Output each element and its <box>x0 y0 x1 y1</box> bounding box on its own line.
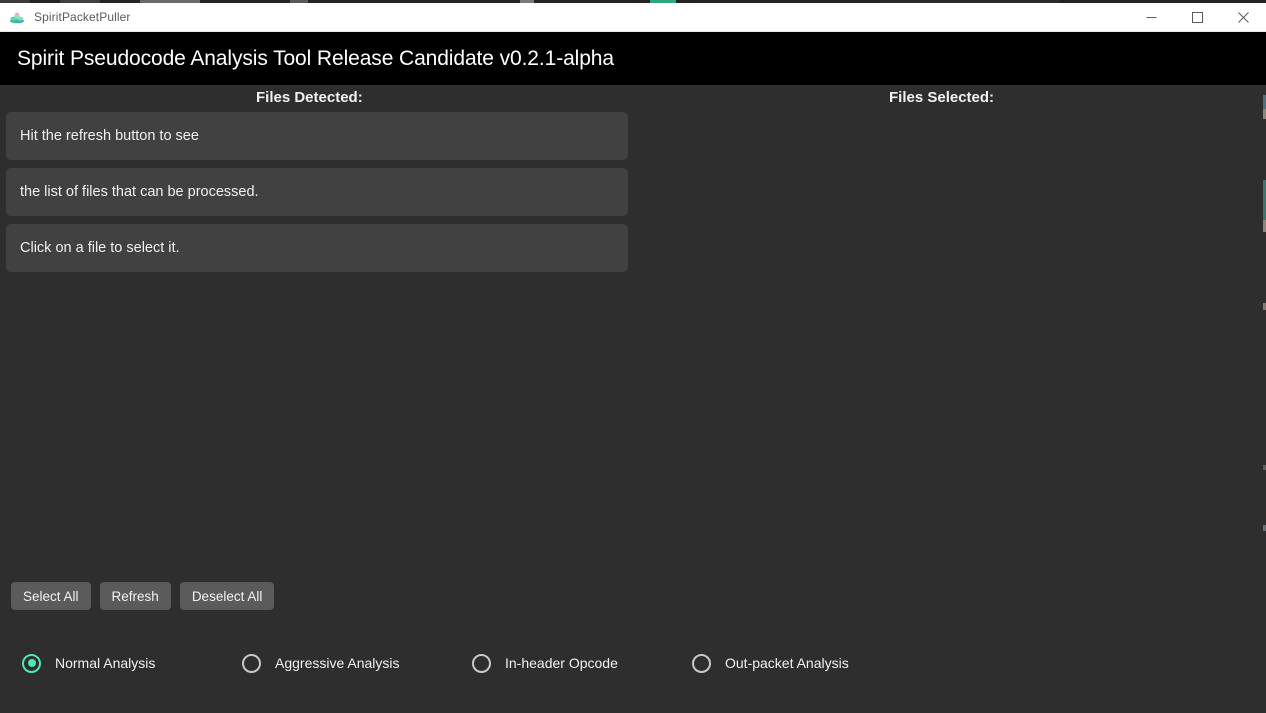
files-detected-list[interactable]: Hit the refresh button to see the list of… <box>6 112 628 280</box>
maximize-icon[interactable] <box>1174 3 1220 32</box>
radio-option-normal-analysis[interactable]: Normal Analysis <box>22 648 155 678</box>
main-content: Files Detected: Files Selected: Hit the … <box>0 85 1266 713</box>
refresh-button[interactable]: Refresh <box>99 582 171 610</box>
radio-button-icon[interactable] <box>22 653 41 673</box>
radio-button-icon[interactable] <box>472 653 491 673</box>
radio-option-label: In-header Opcode <box>505 655 618 671</box>
list-action-buttons: Select All Refresh Deselect All <box>11 582 275 610</box>
window-title: SpiritPacketPuller <box>34 10 131 24</box>
page-title: Spirit Pseudocode Analysis Tool Release … <box>17 46 614 70</box>
app-logo-icon <box>9 9 25 25</box>
radio-option-aggressive-analysis[interactable]: Aggressive Analysis <box>242 648 400 678</box>
header-banner: Spirit Pseudocode Analysis Tool Release … <box>0 32 1266 85</box>
radio-option-out-packet-analysis[interactable]: Out-packet Analysis <box>692 648 849 678</box>
radio-option-in-header-opcode[interactable]: In-header Opcode <box>472 648 618 678</box>
files-detected-header: Files Detected: <box>256 89 363 106</box>
column-headers: Files Detected: Files Selected: <box>0 85 1266 112</box>
analysis-mode-radio-group[interactable]: Normal Analysis Aggressive Analysis In-hea… <box>0 648 1266 693</box>
radio-button-icon[interactable] <box>242 653 261 673</box>
window-titlebar[interactable]: SpiritPacketPuller <box>0 3 1266 32</box>
deselect-all-button[interactable]: Deselect All <box>179 582 275 610</box>
list-item[interactable]: Click on a file to select it. <box>6 224 628 272</box>
minimize-icon[interactable] <box>1128 3 1174 32</box>
list-item[interactable]: Hit the refresh button to see <box>6 112 628 160</box>
select-all-button[interactable]: Select All <box>11 582 91 610</box>
close-icon[interactable] <box>1220 3 1266 32</box>
window-controls <box>1128 3 1266 32</box>
radio-option-label: Aggressive Analysis <box>275 655 400 671</box>
radio-button-icon[interactable] <box>692 653 711 673</box>
application-window: SpiritPacketPuller Spirit Pseudocode Ana… <box>0 0 1266 713</box>
radio-option-label: Normal Analysis <box>55 655 156 671</box>
radio-option-label: Out-packet Analysis <box>725 655 849 671</box>
list-item[interactable]: the list of files that can be processed. <box>6 168 628 216</box>
files-selected-header: Files Selected: <box>889 89 995 106</box>
